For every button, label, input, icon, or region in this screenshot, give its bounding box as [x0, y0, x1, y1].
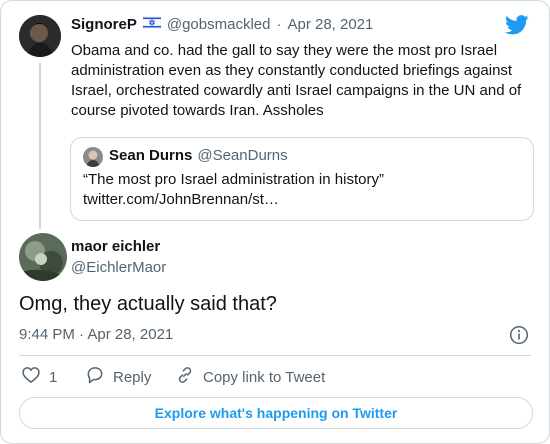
explore-label: Explore what's happening on Twitter [154, 405, 398, 421]
reply-tweet-text: Omg, they actually said that? [19, 293, 277, 315]
parent-tweet-header: SignoreP @gobsmackled · Apr 28, 2021 [71, 15, 373, 33]
parent-author-name[interactable]: SignoreP [71, 16, 137, 33]
like-button[interactable]: 1 [21, 365, 57, 389]
twitter-bird-icon[interactable] [505, 15, 529, 40]
explore-twitter-button[interactable]: Explore what's happening on Twitter [19, 397, 533, 429]
reply-label: Reply [113, 368, 152, 386]
like-count: 1 [49, 368, 58, 386]
quoted-tweet[interactable]: Sean Durns @SeanDurns “The most pro Isra… [70, 137, 534, 221]
reply-author-avatar[interactable] [19, 233, 67, 281]
parent-author-handle[interactable]: @gobsmackled [167, 16, 271, 33]
link-icon [175, 365, 195, 389]
israel-flag-icon [142, 15, 162, 33]
speech-bubble-icon [85, 365, 105, 389]
heart-icon [21, 365, 41, 389]
quoted-author-handle: @SeanDurns [197, 147, 288, 164]
reply-timestamp[interactable]: 9:44 PM · Apr 28, 2021 [19, 326, 173, 343]
actions-divider [19, 355, 531, 356]
quoted-tweet-header: Sean Durns @SeanDurns [109, 147, 288, 164]
info-icon[interactable] [509, 325, 529, 350]
parent-author-avatar[interactable] [19, 15, 61, 57]
reply-author-name[interactable]: maor eichler [71, 238, 160, 255]
quoted-tweet-text: “The most pro Israel administration in h… [83, 171, 384, 208]
thread-connector-line [39, 63, 41, 229]
header-separator: · [276, 16, 282, 33]
reply-button[interactable]: Reply [85, 365, 151, 389]
embedded-tweet-card: SignoreP @gobsmackled · Apr 28, 2021 Oba… [0, 0, 550, 444]
reply-author-handle[interactable]: @EichlerMaor [71, 259, 166, 276]
copy-link-label: Copy link to Tweet [203, 368, 326, 386]
quoted-author-name: Sean Durns [109, 147, 193, 164]
quoted-author-avatar [83, 147, 103, 167]
copy-link-button[interactable]: Copy link to Tweet [175, 365, 325, 389]
parent-tweet-date[interactable]: Apr 28, 2021 [287, 16, 373, 33]
parent-tweet-text: Obama and co. had the gall to say they w… [71, 42, 522, 119]
